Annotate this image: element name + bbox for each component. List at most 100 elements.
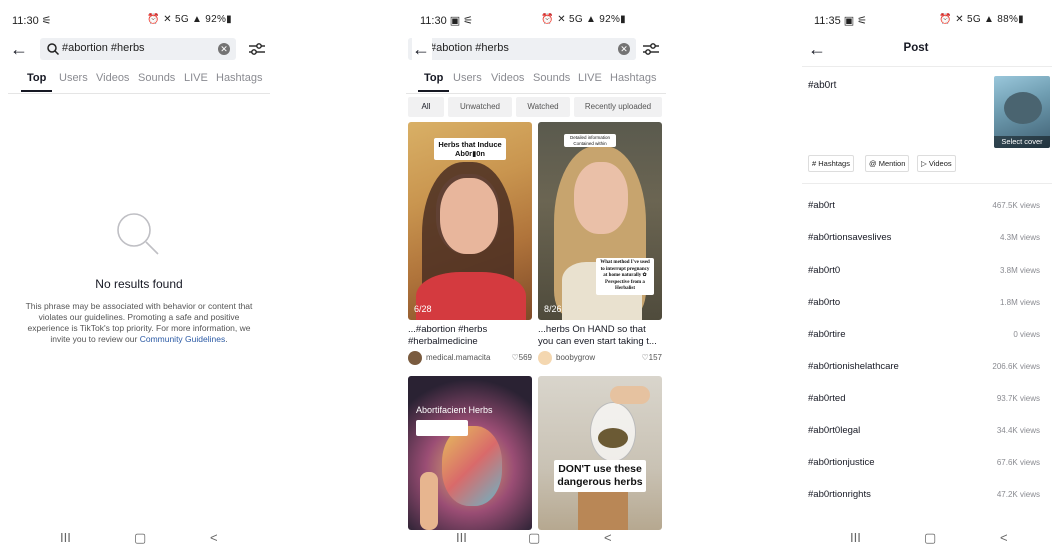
video-card[interactable]: Abortifacient Herbs (408, 376, 532, 530)
status-time: 11:35 ▣ ⚟ (814, 15, 868, 27)
hashtag-suggestion[interactable]: #ab0rt0legal 34.4K views (808, 425, 1040, 439)
chip-all[interactable]: All (408, 97, 444, 117)
nav-back-button[interactable]: < (1000, 531, 1008, 545)
hand-shape (420, 472, 438, 530)
tab-videos[interactable]: Videos (96, 72, 129, 84)
avatar[interactable] (408, 351, 422, 365)
video-caption-line-2: #herbalmedicine (408, 336, 478, 347)
video-thumbnail[interactable]: Abortifacient Herbs (408, 376, 532, 530)
like-count: ♡569 (511, 353, 532, 362)
tab-users[interactable]: Users (453, 72, 482, 84)
status-icons: ⏰ ✕ 5G ▲ 92%▮ (147, 14, 232, 25)
tab-sounds[interactable]: Sounds (533, 72, 570, 84)
filter-chips: All Unwatched Watched Recently uploaded (396, 97, 670, 117)
chip-recently-uploaded[interactable]: Recently uploaded (574, 97, 662, 117)
videos-button[interactable]: ▷ Videos (917, 155, 956, 172)
chip-watched[interactable]: Watched (516, 97, 570, 117)
hashtag-suggestion[interactable]: #ab0rted 93.7K views (808, 393, 1040, 407)
suggestion-tag: #ab0rt (808, 200, 835, 211)
hashtag-suggestion[interactable]: #ab0rtionjustice 67.6K views (808, 457, 1040, 471)
post-caption-input[interactable]: #ab0rt (808, 80, 836, 91)
chip-unwatched[interactable]: Unwatched (448, 97, 512, 117)
tab-hashtags[interactable]: Hashtags (216, 72, 262, 84)
suggestion-tag: #ab0rtionishelathcare (808, 361, 899, 372)
back-arrow-icon[interactable]: ← (412, 38, 432, 60)
suggestion-tag: #ab0rtionsaveslives (808, 232, 892, 243)
tab-users[interactable]: Users (59, 72, 88, 84)
home-button[interactable]: ▢ (924, 531, 936, 545)
hashtag-suggestion[interactable]: #ab0rtionsaveslives 4.3M views (808, 232, 1040, 246)
status-time: 11:30 ⚟ (12, 15, 52, 27)
video-thumbnail[interactable]: Herbs that Induce Ab0r▮0n 6/28 (408, 122, 532, 320)
overlay-line-1: Herbs that Induce (438, 140, 502, 149)
video-card[interactable]: Detailed information Contained within Wh… (538, 122, 662, 365)
suggestion-tag: #ab0rt0 (808, 265, 841, 276)
tab-top[interactable]: Top (20, 72, 53, 92)
tab-live[interactable]: LIVE (184, 72, 208, 84)
system-navbar: III ▢ < (0, 531, 278, 545)
tab-top[interactable]: Top (417, 72, 450, 92)
video-overlay-text: DON'T use these dangerous herbs (554, 460, 646, 492)
filter-icon[interactable] (642, 41, 660, 57)
mention-button[interactable]: @ Mention (865, 155, 910, 172)
tab-videos[interactable]: Videos (491, 72, 524, 84)
home-button[interactable]: ▢ (134, 531, 146, 545)
video-meta: boobygrow ♡157 (538, 351, 662, 365)
avatar[interactable] (538, 351, 552, 365)
video-card[interactable]: DON'T use these dangerous herbs (538, 376, 662, 530)
hashtag-suggestion[interactable]: #ab0rtionrights 47.2K views (808, 489, 1040, 503)
hashtag-suggestion[interactable]: #ab0rtire 0 views (808, 329, 1040, 343)
suggestion-views: 1.8M views (999, 298, 1040, 307)
search-field-overlay: #abotion #herbs ✕ (408, 38, 636, 60)
video-card[interactable]: Herbs that Induce Ab0r▮0n 6/28 ...#abort… (408, 122, 532, 365)
search-query: #abotion #herbs (430, 42, 509, 54)
search-tabs: Top Users Videos Sounds LIVE Hashtags (396, 72, 670, 94)
suggestion-views: 206.6K views (992, 362, 1040, 371)
recents-button[interactable]: III (60, 531, 71, 545)
tabs-divider (8, 93, 270, 94)
pot-shape (578, 488, 628, 530)
video-thumbnail[interactable]: Detailed information Contained within Wh… (538, 122, 662, 320)
username[interactable]: medical.mamacita (426, 353, 490, 362)
hashtag-suggestion[interactable]: #ab0rt0 3.8M views (808, 265, 1040, 279)
tab-live[interactable]: LIVE (578, 72, 602, 84)
nav-back-button[interactable]: < (210, 531, 218, 545)
tab-hashtags[interactable]: Hashtags (610, 72, 656, 84)
video-overlay-text-2: What method I've used to interrupt pregn… (596, 258, 654, 295)
status-icons: ⏰ ✕ 5G ▲ 88%▮ (939, 14, 1024, 25)
post-screen: 11:35 ▣ ⚟ ⏰ ✕ 5G ▲ 88%▮ ← Post #ab0rt Se… (796, 0, 1052, 549)
status-spacer (396, 14, 670, 28)
page-title: Post (903, 42, 929, 54)
hashtags-button[interactable]: # Hashtags (808, 155, 854, 172)
suggestion-views: 0 views (1013, 330, 1040, 339)
no-results-panel: No results found This phrase may be asso… (0, 208, 278, 345)
video-counter: 6/28 (414, 304, 432, 314)
clear-icon[interactable]: ✕ (618, 43, 630, 55)
cover-thumbnail[interactable]: Select cover (994, 76, 1050, 148)
recents-button[interactable]: III (456, 531, 467, 545)
nav-back-button[interactable]: < (604, 531, 612, 545)
home-button[interactable]: ▢ (528, 531, 540, 545)
no-results-title: No results found (95, 277, 183, 291)
tags-divider (802, 183, 1052, 184)
overlay-line-1: Detailed information (569, 135, 611, 140)
back-arrow-icon[interactable]: ← (10, 38, 30, 60)
username[interactable]: boobygrow (556, 353, 595, 362)
tab-sounds[interactable]: Sounds (138, 72, 175, 84)
hashtag-suggestion[interactable]: #ab0rto 1.8M views (808, 297, 1040, 311)
header-divider (802, 66, 1052, 67)
filter-icon[interactable] (248, 41, 266, 57)
community-guidelines-link[interactable]: Community Guidelines (140, 334, 226, 344)
hashtag-suggestion[interactable]: #ab0rt 467.5K views (808, 200, 1040, 214)
video-thumbnail[interactable]: DON'T use these dangerous herbs (538, 376, 662, 530)
hashtag-suggestion[interactable]: #ab0rtionishelathcare 206.6K views (808, 361, 1040, 375)
suggestion-views: 4.3M views (999, 233, 1040, 242)
no-results-description: This phrase may be associated with behav… (23, 301, 255, 345)
clear-icon[interactable]: ✕ (218, 43, 230, 55)
face-front (574, 162, 628, 234)
suggestion-views: 467.5K views (992, 201, 1040, 210)
search-input[interactable]: #abortion #herbs ✕ (40, 38, 236, 60)
recents-button[interactable]: III (850, 531, 861, 545)
search-query: #abortion #herbs (62, 42, 145, 54)
suggestion-tag: #ab0rtionjustice (808, 457, 875, 468)
